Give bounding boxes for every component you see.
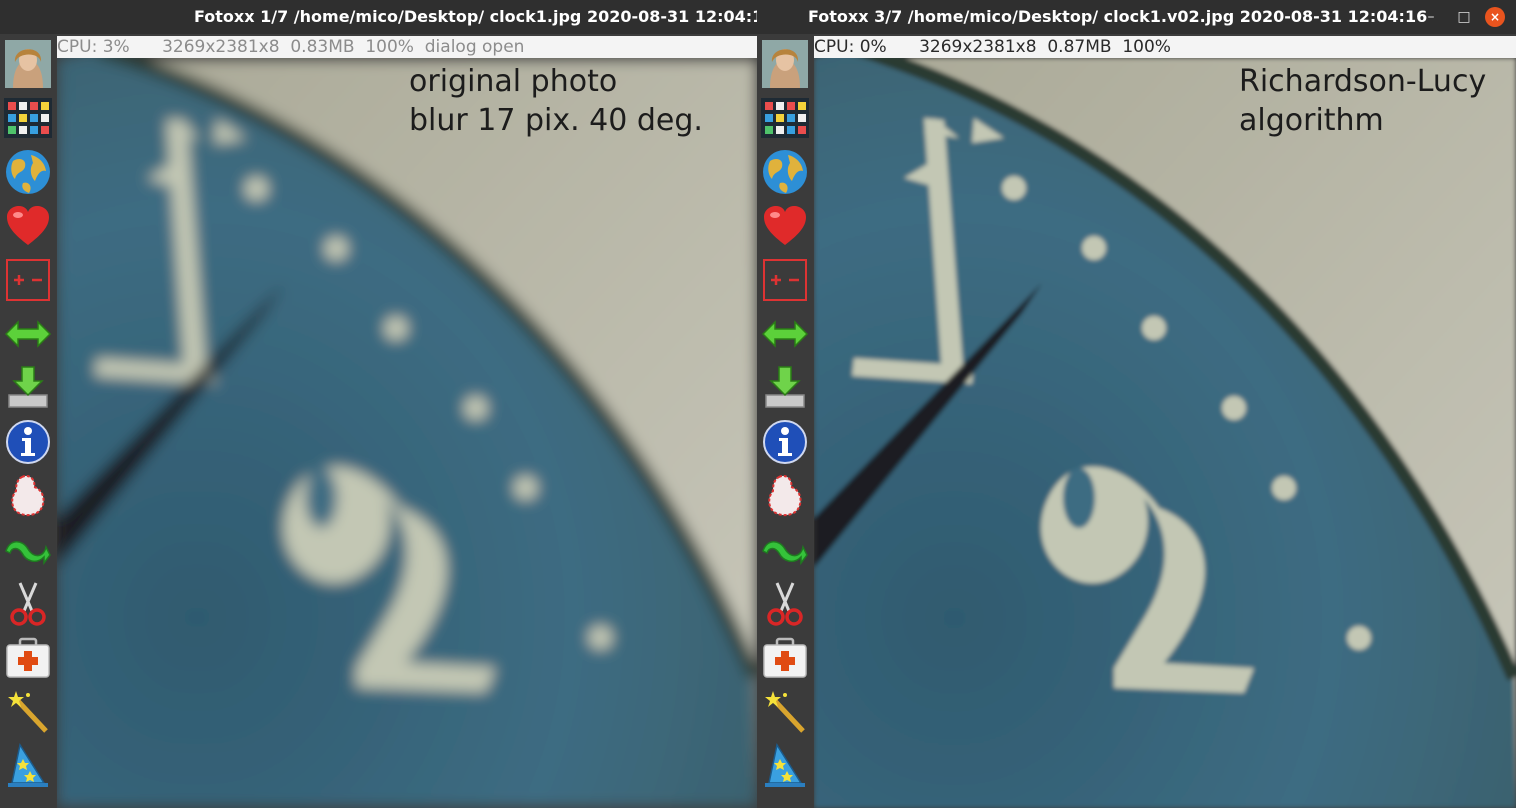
resize-arrows-icon[interactable]	[761, 310, 809, 358]
portrait-thumbnail-icon[interactable]	[761, 40, 809, 88]
window-title: Fotoxx 1/7 /home/mico/Desktop/ clock1.jp…	[194, 7, 757, 26]
image-canvas-original[interactable]: original photo blur 17 pix. 40 deg.	[57, 58, 757, 808]
image-canvas-deblurred[interactable]: Richardson-Lucy algorithm	[814, 58, 1516, 808]
window-title: Fotoxx 3/7 /home/mico/Desktop/ clock1.v0…	[808, 7, 1428, 26]
fotoxx-window-deblurred: Fotoxx 3/7 /home/mico/Desktop/ clock1.v0…	[757, 0, 1516, 808]
globe-icon[interactable]	[761, 148, 809, 196]
window-titlebar[interactable]: Fotoxx 3/7 /home/mico/Desktop/ clock1.v0…	[757, 0, 1516, 34]
select-area-icon[interactable]	[4, 472, 52, 520]
status-bar: CPU: 0% 3269x2381x8 0.87MB 100%	[814, 36, 1516, 58]
left-toolbar	[0, 34, 56, 808]
caption-line-1: original photo	[409, 64, 618, 99]
gallery-grid-icon[interactable]	[4, 94, 52, 142]
resize-arrows-icon[interactable]	[4, 310, 52, 358]
wizard-hat-icon[interactable]	[4, 742, 52, 790]
window-titlebar[interactable]: Fotoxx 1/7 /home/mico/Desktop/ clock1.jp…	[0, 0, 757, 34]
deblurred-clock-photo	[814, 58, 1516, 808]
wizard-hat-icon[interactable]	[761, 742, 809, 790]
caption-line-1: Richardson-Lucy	[1239, 64, 1487, 99]
zoom-plus-minus-icon[interactable]	[4, 256, 52, 304]
caption-line-2: blur 17 pix. 40 deg.	[409, 103, 703, 138]
magic-wand-icon[interactable]	[4, 688, 52, 736]
maximize-button[interactable]: □	[1454, 0, 1474, 34]
close-button[interactable]: ×	[1485, 7, 1505, 27]
caption-line-2: algorithm	[1239, 103, 1384, 138]
portrait-thumbnail-icon[interactable]	[4, 40, 52, 88]
info-icon[interactable]	[4, 418, 52, 466]
scissors-crop-icon[interactable]	[761, 580, 809, 628]
rotate-undo-icon[interactable]	[4, 526, 52, 574]
magic-wand-icon[interactable]	[761, 688, 809, 736]
scissors-crop-icon[interactable]	[4, 580, 52, 628]
rotate-undo-icon[interactable]	[761, 526, 809, 574]
blurred-clock-photo	[57, 58, 757, 808]
left-toolbar	[757, 34, 813, 808]
status-bar: CPU: 3% 3269x2381x8 0.83MB 100% dialog o…	[57, 36, 757, 58]
gallery-grid-icon[interactable]	[761, 94, 809, 142]
select-area-icon[interactable]	[761, 472, 809, 520]
save-download-icon[interactable]	[761, 364, 809, 412]
save-download-icon[interactable]	[4, 364, 52, 412]
heart-icon[interactable]	[761, 202, 809, 250]
minimize-button[interactable]: –	[1421, 0, 1441, 34]
zoom-plus-minus-icon[interactable]	[761, 256, 809, 304]
heart-icon[interactable]	[4, 202, 52, 250]
clock-icon[interactable]	[4, 796, 52, 808]
fotoxx-window-original: Fotoxx 1/7 /home/mico/Desktop/ clock1.jp…	[0, 0, 757, 808]
first-aid-repair-icon[interactable]	[761, 634, 809, 682]
first-aid-repair-icon[interactable]	[4, 634, 52, 682]
globe-icon[interactable]	[4, 148, 52, 196]
info-icon[interactable]	[761, 418, 809, 466]
clock-icon[interactable]	[761, 796, 809, 808]
